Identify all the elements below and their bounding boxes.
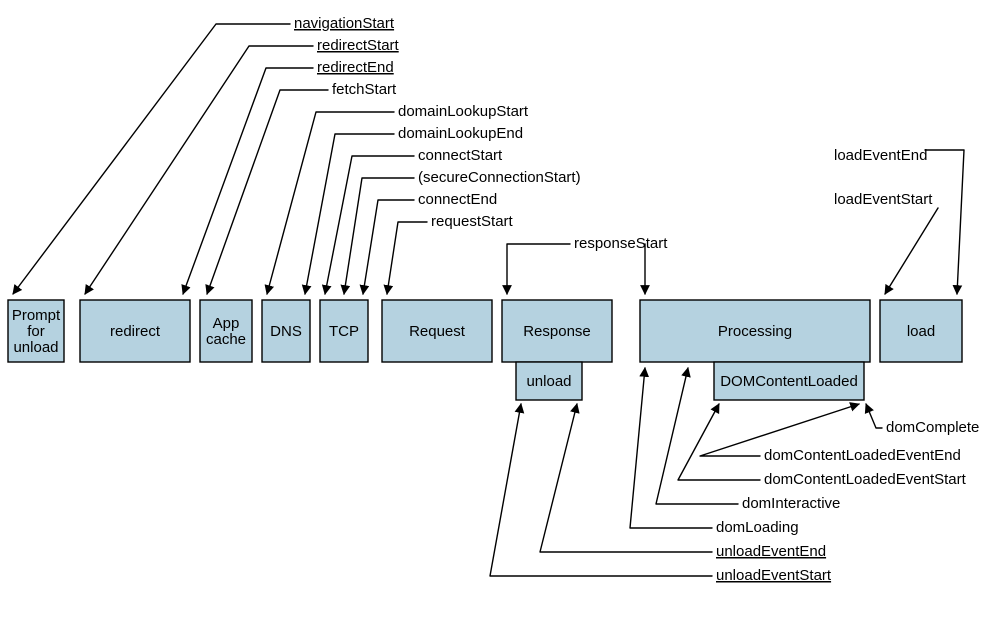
arrow-fetchStart — [207, 90, 328, 294]
label-fetchStart: fetchStart — [332, 81, 397, 98]
box-redirect-label: redirect — [110, 323, 161, 340]
box-processing-label: Processing — [718, 323, 792, 340]
arrow-redirectStart — [85, 46, 313, 294]
box-load-label: load — [907, 323, 935, 340]
label-domainLookupEnd: domainLookupEnd — [398, 125, 523, 142]
label-redirectStart: redirectStart — [317, 37, 400, 54]
arrow-connectStart — [325, 156, 414, 294]
box-prompt-line3: unload — [13, 339, 58, 356]
box-request-label: Request — [409, 323, 466, 340]
label-unloadEventStart: unloadEventStart — [716, 567, 832, 584]
arrow-unloadEventEnd — [540, 404, 712, 552]
arrow-navigationStart — [13, 24, 290, 294]
label-domInteractive: domInteractive — [742, 495, 840, 512]
navigation-timing-diagram: Prompt for unload redirect App cache DNS… — [0, 0, 1000, 620]
arrow-domainLookupEnd — [305, 134, 394, 294]
label-domainLookupStart: domainLookupStart — [398, 103, 529, 120]
box-tcp-label: TCP — [329, 323, 359, 340]
box-appcache-line1: App — [213, 315, 240, 332]
arrow-secureConnectionStart — [344, 178, 414, 294]
label-domComplete: domComplete — [886, 419, 979, 436]
arrow-domComplete — [866, 404, 882, 428]
box-prompt-line2: for — [27, 323, 45, 340]
box-appcache-line2: cache — [206, 331, 246, 348]
label-loadEventStart: loadEventStart — [834, 191, 933, 208]
label-loadEventEnd: loadEventEnd — [834, 147, 927, 164]
arrow-requestStart — [387, 222, 427, 294]
label-navigationStart: navigationStart — [294, 15, 395, 32]
label-connectEnd: connectEnd — [418, 191, 497, 208]
arrow-dclEventStart — [678, 404, 760, 480]
label-secureConnectionStart: (secureConnectionStart) — [418, 169, 581, 186]
box-prompt-line1: Prompt — [12, 307, 61, 324]
arrow-loadEventStart — [885, 208, 938, 294]
label-unloadEventEnd: unloadEventEnd — [716, 543, 826, 560]
arrow-loadEventEnd — [925, 150, 964, 294]
box-unload-label: unload — [526, 373, 571, 390]
label-domContentLoadedEventStart: domContentLoadedEventStart — [764, 471, 967, 488]
box-dns-label: DNS — [270, 323, 302, 340]
label-redirectEnd: redirectEnd — [317, 59, 394, 76]
box-dcl-label: DOMContentLoaded — [720, 373, 858, 390]
label-domLoading: domLoading — [716, 519, 799, 536]
label-domContentLoadedEventEnd: domContentLoadedEventEnd — [764, 447, 961, 464]
label-connectStart: connectStart — [418, 147, 503, 164]
arrow-responseStart — [507, 244, 570, 294]
label-requestStart: requestStart — [431, 213, 514, 230]
arrow-unloadEventStart — [490, 404, 712, 576]
box-response-label: Response — [523, 323, 591, 340]
label-responseStart: responseStart — [574, 235, 668, 252]
